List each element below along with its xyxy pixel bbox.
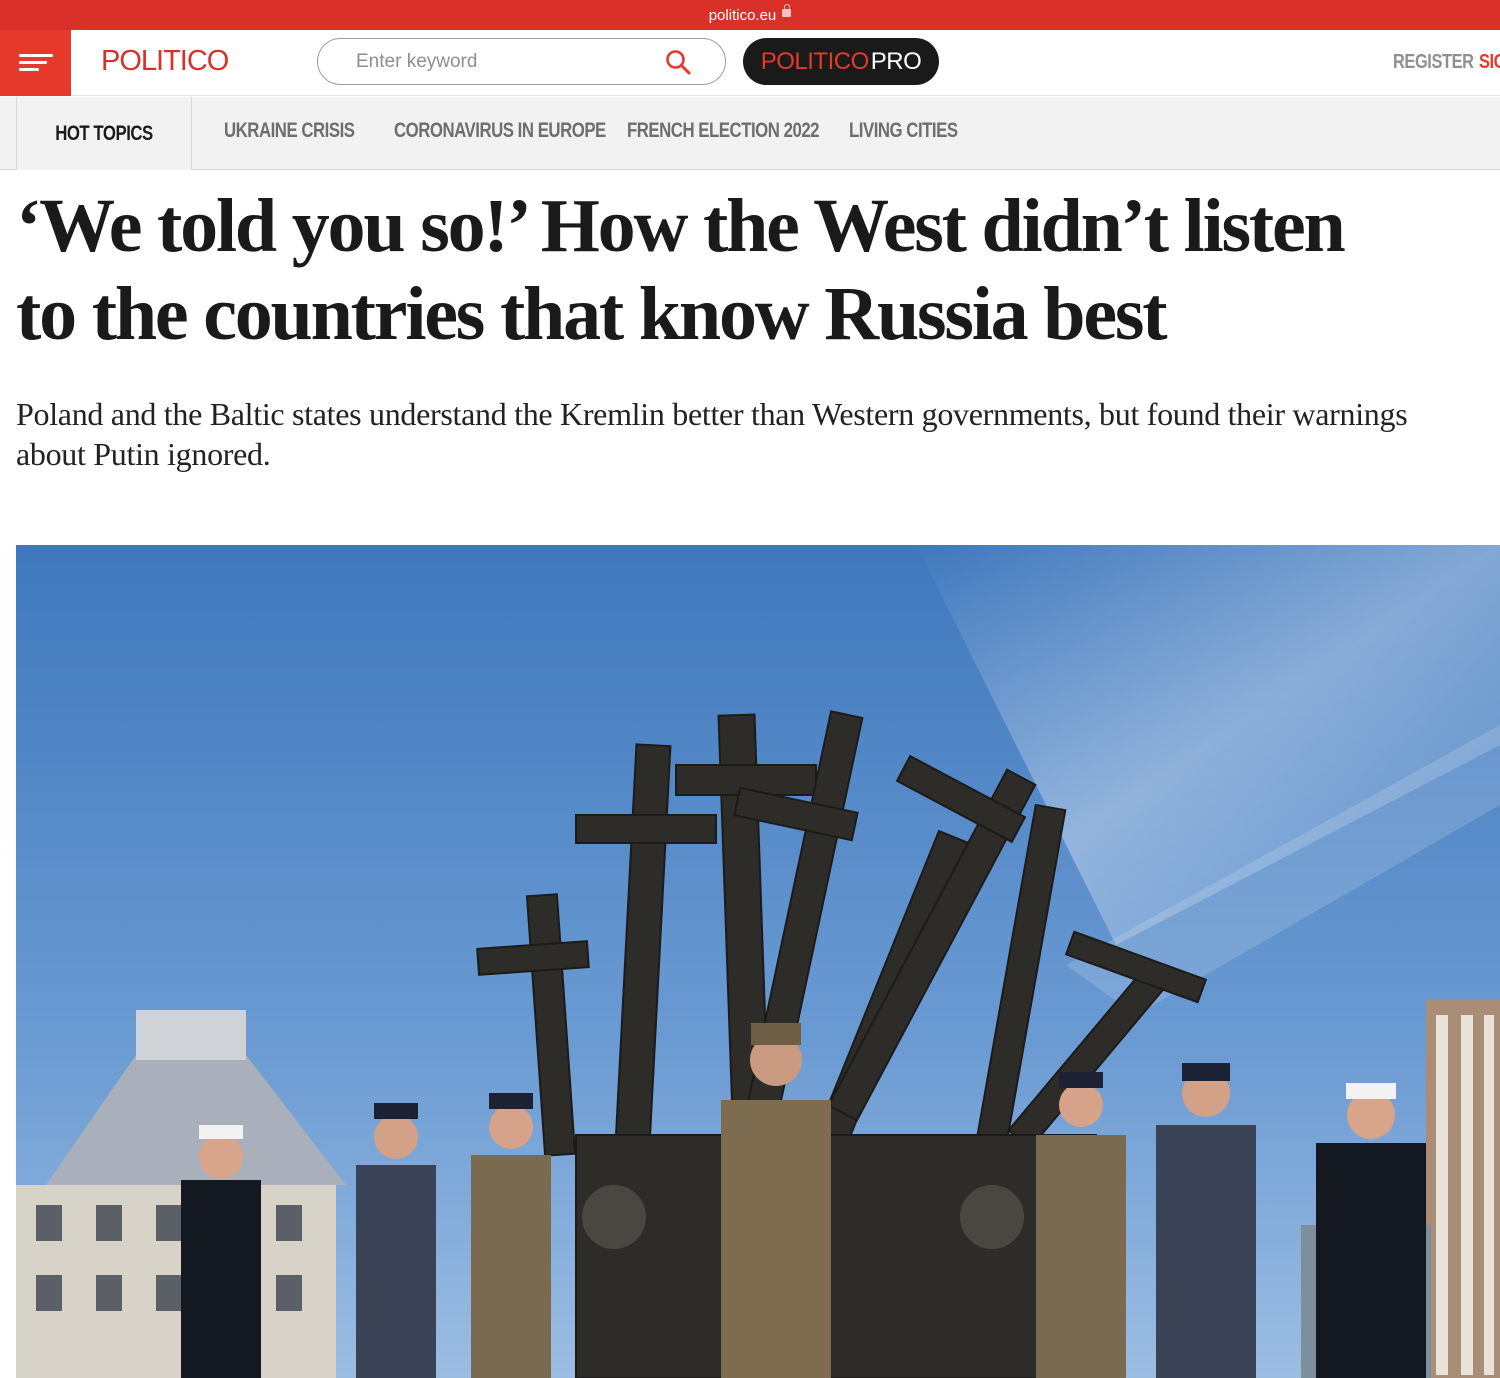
url-text: politico.eu <box>708 6 777 24</box>
lock-icon <box>782 4 792 17</box>
pro-button-pro: PRO <box>870 47 922 75</box>
pro-button-politico: POLITICO <box>760 47 870 75</box>
memorial-photo-illustration <box>16 545 1500 1378</box>
hot-topics-label: HOT TOPICS <box>55 121 153 145</box>
hot-topics-bar: HOT TOPICS UKRAINE CRISIS CORONAVIRUS IN… <box>0 97 1500 170</box>
register-link[interactable]: REGISTER <box>1393 48 1474 76</box>
politico-pro-button[interactable]: POLITICO PRO <box>743 38 939 85</box>
hamburger-icon <box>18 53 53 73</box>
hot-topics-label-box: HOT TOPICS <box>16 97 192 170</box>
magnifier-icon[interactable] <box>665 49 691 75</box>
search-input[interactable] <box>356 49 656 75</box>
article-dek: Poland and the Baltic states understand … <box>16 396 1408 472</box>
article-headline: ‘We told you so!’ How the West didn’t li… <box>16 182 1496 358</box>
topic-living-cities[interactable]: LIVING CITIES <box>849 119 958 143</box>
signin-link[interactable]: SIG <box>1479 48 1500 76</box>
topic-ukraine-crisis[interactable]: UKRAINE CRISIS <box>224 119 355 143</box>
browser-url-bar[interactable]: politico.eu <box>0 0 1500 30</box>
headline-line-1: ‘We told you so!’ How the West didn’t li… <box>16 184 1346 268</box>
menu-button[interactable] <box>0 30 71 96</box>
topic-french-election-2022[interactable]: FRENCH ELECTION 2022 <box>627 119 820 143</box>
politico-logo[interactable]: POLITICO <box>101 44 229 78</box>
topic-coronavirus-in-europe[interactable]: CORONAVIRUS IN EUROPE <box>394 119 606 143</box>
site-header: POLITICO POLITICOPRO REGISTER SIG <box>0 30 1500 96</box>
headline-line-2: to the countries that know Russia best <box>16 272 1168 356</box>
search-box[interactable] <box>317 38 726 85</box>
lead-photo <box>16 545 1500 1378</box>
